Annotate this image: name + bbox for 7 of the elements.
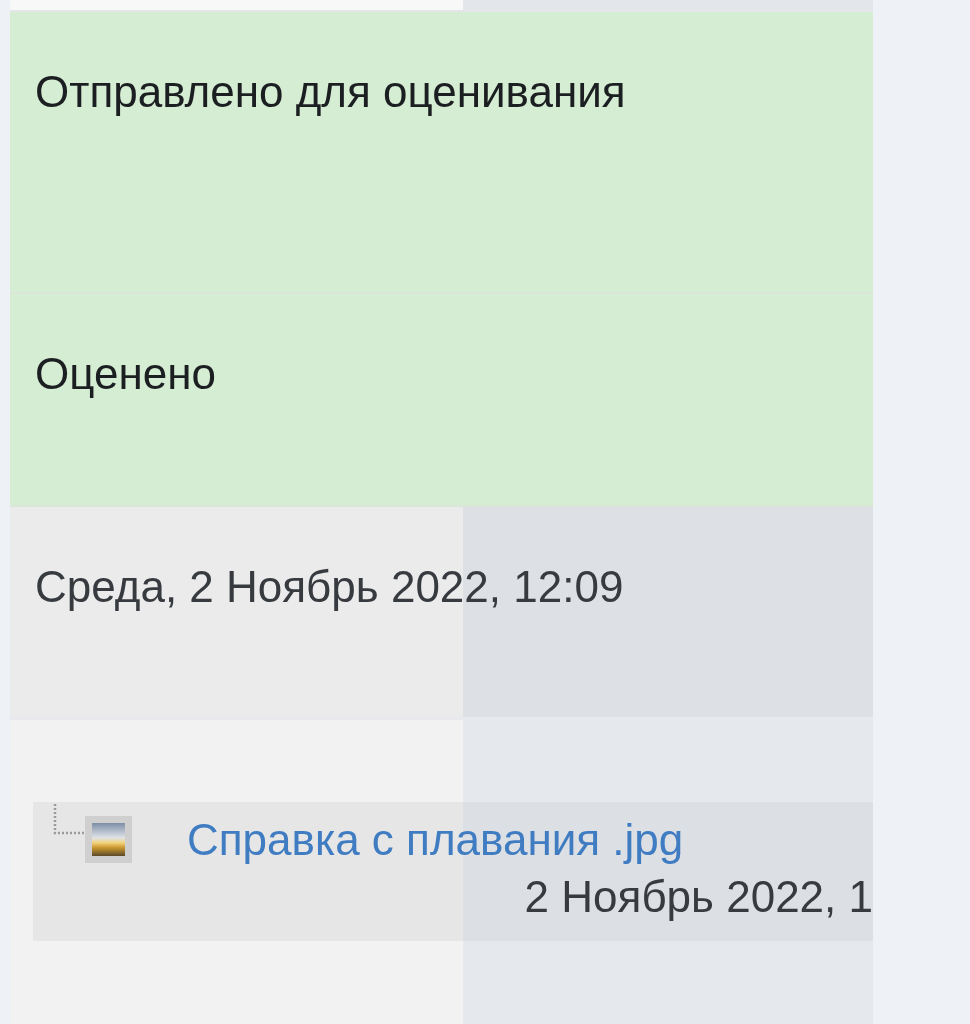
file-link[interactable]: Справка с плавания .jpg [187, 813, 684, 867]
status-text: Среда, 2 Ноябрь 2022, 12:09 [35, 562, 624, 611]
status-text: Отправлено для оценивания [35, 67, 626, 116]
file-date: 2 Ноябрь 2022, 1 [524, 871, 873, 923]
image-file-icon [85, 816, 132, 863]
tree-connector-icon [53, 803, 85, 835]
status-text: Оценено [35, 349, 216, 398]
